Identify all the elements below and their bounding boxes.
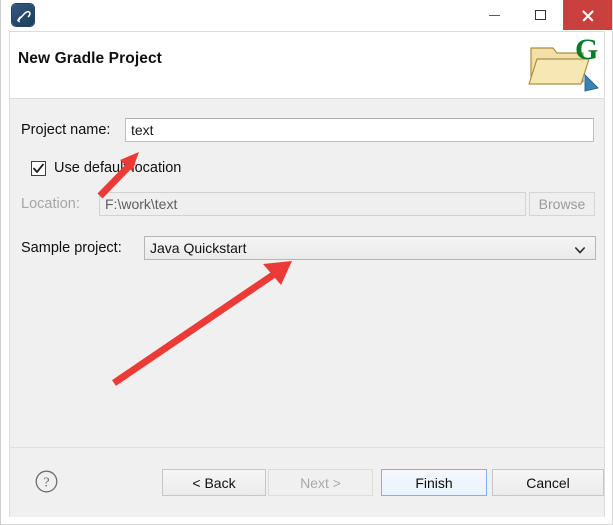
back-button[interactable]: < Back xyxy=(162,469,266,496)
browse-button[interactable]: Browse xyxy=(529,192,595,216)
sample-project-dropdown[interactable]: Java Quickstart xyxy=(144,236,596,260)
dialog-body: New Gradle Project G Project name: text … xyxy=(9,31,605,517)
new-gradle-project-window: New Gradle Project G Project name: text … xyxy=(0,0,613,525)
use-default-location-checkbox[interactable] xyxy=(31,160,46,176)
svg-text:?: ? xyxy=(43,476,49,491)
next-button[interactable]: Next > xyxy=(268,469,373,496)
minimize-button[interactable] xyxy=(471,0,517,30)
gradle-app-icon xyxy=(12,4,34,26)
dialog-footer: ? < Back Next > Finish Cancel xyxy=(10,447,604,517)
svg-text:G: G xyxy=(575,35,598,66)
use-default-location-row[interactable]: Use default location xyxy=(10,155,604,181)
window-controls xyxy=(471,0,612,30)
maximize-button[interactable] xyxy=(517,0,563,30)
page-title: New Gradle Project xyxy=(18,50,162,67)
location-label: Location: xyxy=(21,196,80,212)
chevron-down-icon xyxy=(574,243,586,255)
close-button[interactable] xyxy=(563,0,612,30)
sample-project-value: Java Quickstart xyxy=(150,240,247,256)
location-input[interactable] xyxy=(99,192,526,216)
maximize-icon xyxy=(534,10,546,20)
help-icon[interactable]: ? xyxy=(35,470,58,493)
title-bar xyxy=(1,0,612,31)
form-content: Project name: Use default location Locat… xyxy=(10,99,604,447)
wizard-header: New Gradle Project G xyxy=(10,32,604,99)
minimize-icon xyxy=(488,14,500,16)
project-name-label: Project name: xyxy=(21,122,111,138)
sample-project-row: Sample project: Java Quickstart xyxy=(10,235,604,261)
close-icon xyxy=(581,9,594,22)
cancel-button[interactable]: Cancel xyxy=(492,469,604,496)
sample-project-label: Sample project: xyxy=(21,240,122,256)
use-default-location-label: Use default location xyxy=(54,160,182,176)
project-name-input[interactable] xyxy=(125,118,594,142)
finish-button[interactable]: Finish xyxy=(381,469,487,496)
location-row: Location: Browse xyxy=(10,191,604,217)
gradle-folder-icon: G xyxy=(527,33,601,93)
project-name-row: Project name: xyxy=(10,117,604,143)
